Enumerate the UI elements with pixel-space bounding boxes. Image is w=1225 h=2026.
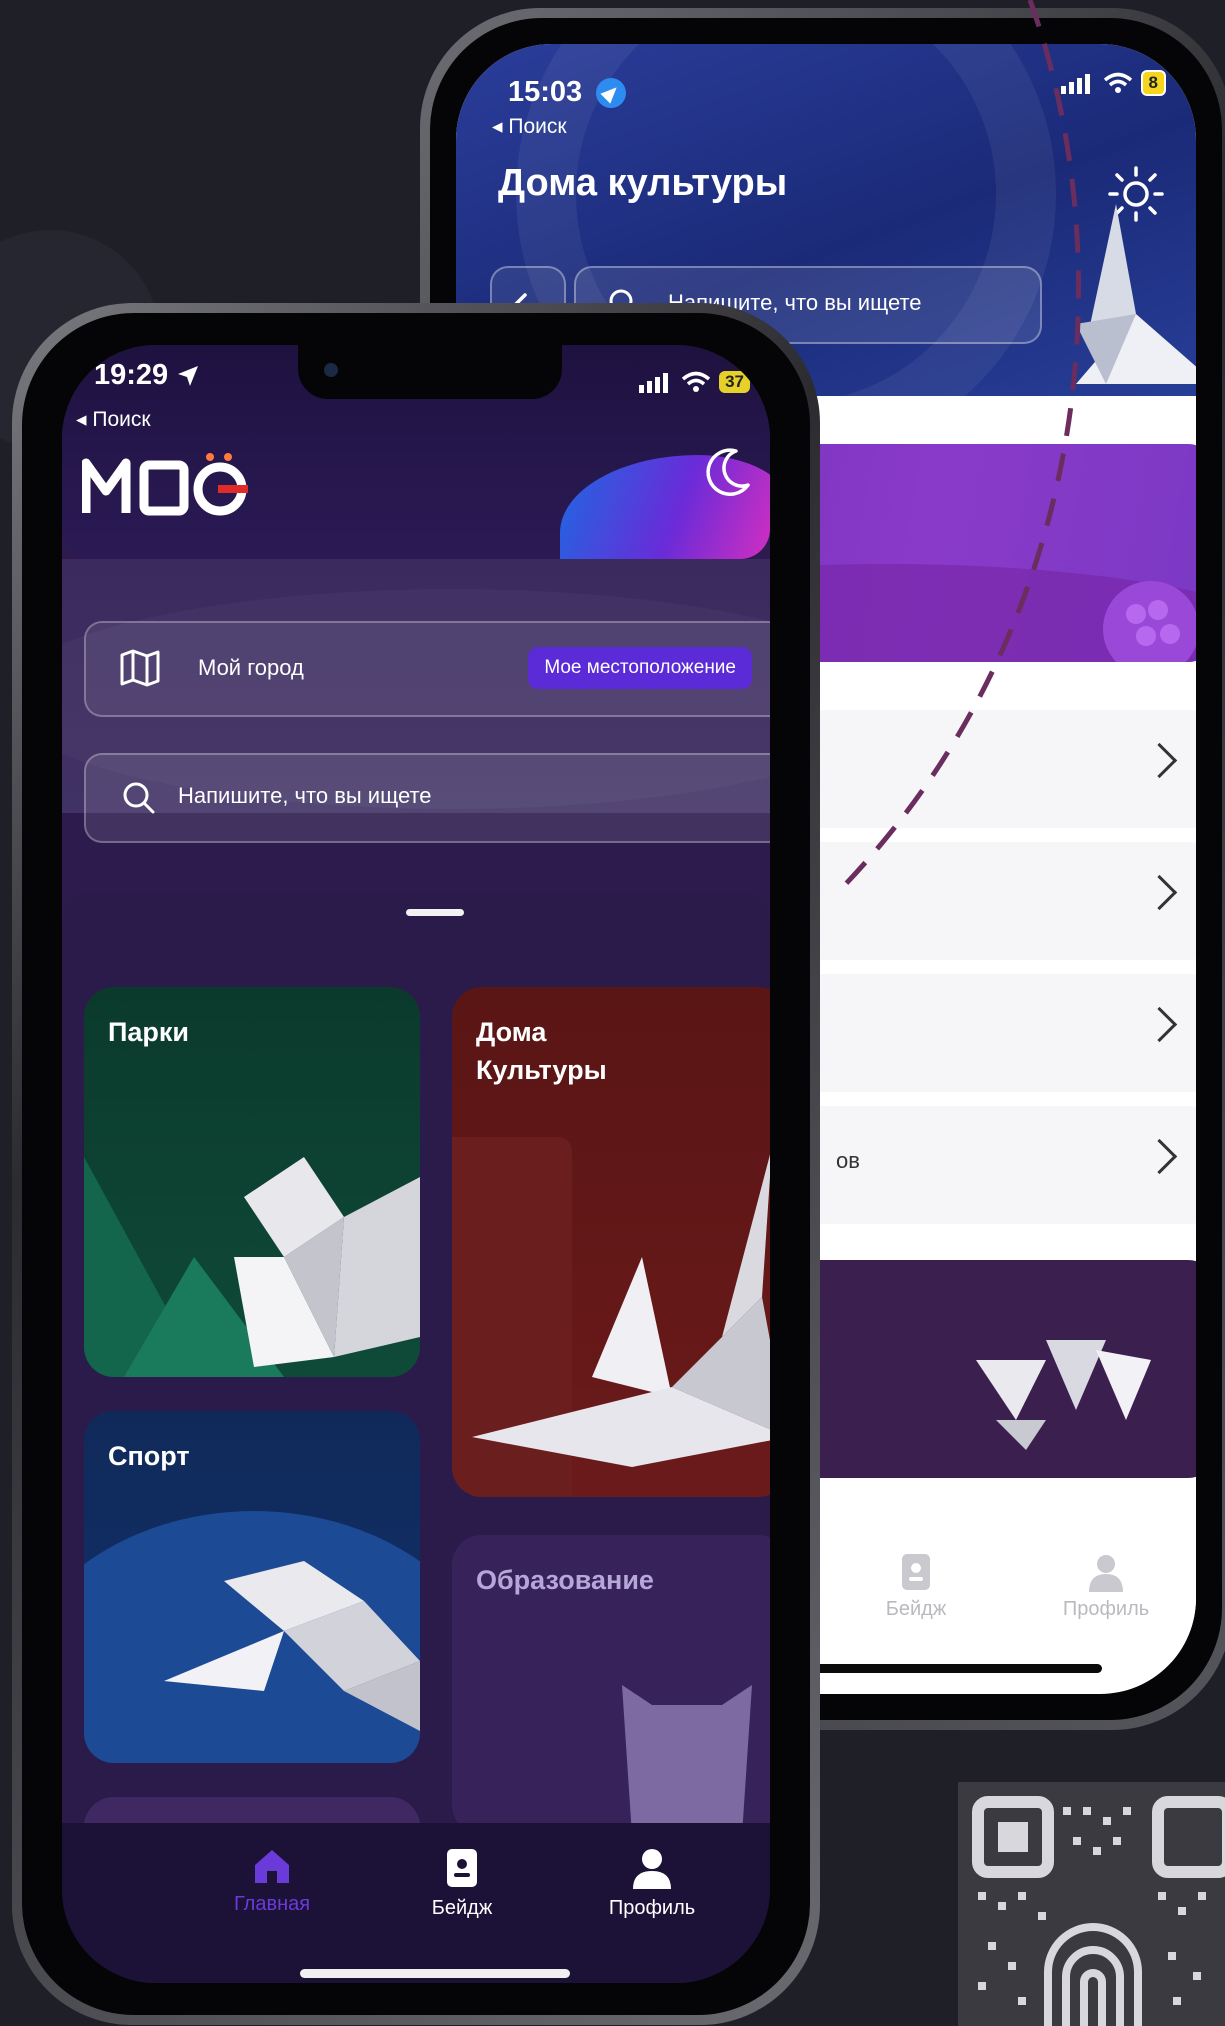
chevron-right-icon [1141,1006,1178,1043]
category-card-parks[interactable]: Парки [84,987,420,1377]
tab-label: Бейдж [431,1897,493,1919]
search-input[interactable]: Напишите, что вы ищете [84,753,770,843]
front-phone: 19:29 37 ◂ Поиск Мой город Мое местополо… [12,303,820,2025]
location-arrow-icon [596,78,627,109]
back-link[interactable]: ◂ Поиск [492,114,567,139]
my-location-button[interactable]: Мое местоположение [528,647,752,689]
tab-profile[interactable]: Профиль [1046,1552,1166,1621]
category-card-culture[interactable]: Дома Культуры [452,987,770,1497]
profile-icon [633,1849,671,1889]
camera-dot [324,363,338,377]
card-title: Спорт [108,1441,190,1471]
battery-icon: 8 [1140,70,1166,96]
crane-illustration [472,1154,770,1467]
qr-code [958,1782,1225,2026]
chevron-right-icon [1141,874,1178,911]
status-time-text: 19:29 [94,359,169,391]
status-time: 19:29 [94,359,200,392]
category-card-education[interactable]: Образование [452,1535,770,1835]
front-phone-bezel: 19:29 37 ◂ Поиск Мой город Мое местополо… [22,313,810,2015]
wifi-icon [681,371,711,392]
crane-illustration [1076,204,1196,384]
status-time: 15:03 [508,76,627,109]
tab-badge[interactable]: Бейдж [856,1552,976,1621]
sheet-grabber[interactable] [406,909,464,916]
owl-illustration [622,1685,752,1835]
berry-illustration [1103,581,1196,662]
profile-icon [1089,1555,1123,1592]
city-label: Мой город [198,655,304,680]
home-icon [255,1850,289,1883]
category-card-sport[interactable]: Спорт [84,1411,420,1763]
status-indicators: 8 [1060,70,1166,96]
tab-label: Профиль [1062,1598,1150,1620]
moon-icon[interactable] [698,445,754,501]
tab-profile[interactable]: Профиль [582,1847,722,1920]
squirrel-illustration [234,1157,420,1367]
search-icon [123,782,155,814]
list-item-label: ов [836,1148,860,1173]
city-selector[interactable]: Мой город Мое местоположение [84,621,770,717]
signal-icon [639,373,669,393]
tab-label: Главная [233,1893,311,1915]
card-title: Образование [476,1565,654,1595]
tab-label: Бейдж [885,1598,947,1620]
map-icon [120,649,160,687]
tab-bar: Главная Бейдж Профиль [62,1823,770,1983]
badge-icon [447,1849,477,1887]
card-title: Парки [108,1017,190,1047]
signal-icon [1060,74,1090,94]
home-indicator [300,1969,570,1978]
chevron-right-icon [1141,742,1178,779]
chevron-right-icon [1141,1138,1178,1175]
page-title: Дома культуры [498,162,788,204]
wifi-icon [1103,72,1132,93]
tab-label: Профиль [608,1897,696,1919]
status-time-text: 15:03 [508,76,583,108]
status-indicators: 37 [639,371,750,393]
home-indicator [802,1664,1102,1673]
tab-badge[interactable]: Бейдж [392,1847,532,1920]
location-arrow-icon [178,366,199,387]
back-link[interactable]: ◂ Поиск [76,407,151,432]
front-phone-screen: 19:29 37 ◂ Поиск Мой город Мое местополо… [62,345,770,1983]
phone-notch [298,345,562,399]
tab-home[interactable]: Главная [202,1847,342,1916]
badge-icon [902,1554,930,1590]
card-title: Дома Культуры [476,1017,607,1085]
leopard-illustration [164,1561,420,1731]
moe-logo [82,453,248,516]
search-placeholder: Напишите, что вы ищете [178,783,432,808]
qr-code-image [972,1796,1225,2026]
battery-icon: 37 [719,371,750,393]
cranes-illustration [976,1340,1151,1450]
